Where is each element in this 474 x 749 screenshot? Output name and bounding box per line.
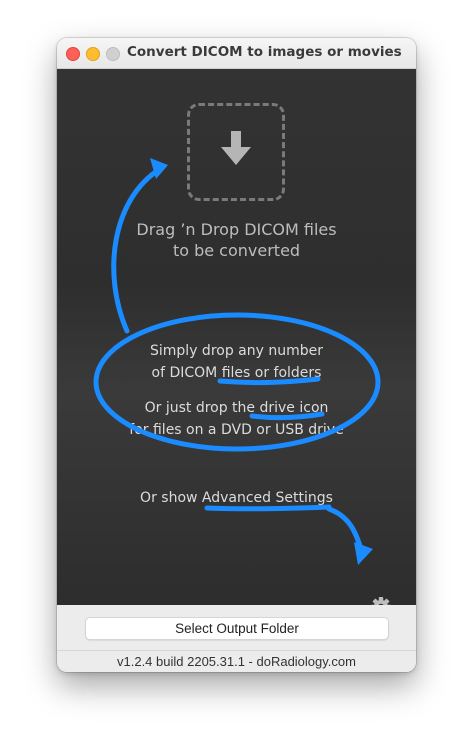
minimize-button[interactable] (86, 47, 100, 61)
drop-area[interactable]: Drag ’n Drop DICOM files to be converted… (57, 69, 416, 617)
zoom-button[interactable] (106, 47, 120, 61)
underline-advanced (204, 504, 332, 512)
select-output-folder-button[interactable]: Select Output Folder (85, 617, 389, 640)
annotation-arrow-up (111, 166, 163, 334)
annotation-overlay (93, 158, 381, 565)
underline-files-folders (217, 376, 321, 386)
window-title: Convert DICOM to images or movies (127, 44, 402, 60)
close-button[interactable] (66, 47, 80, 61)
app-window: Convert DICOM to images or movies Drag ’… (57, 38, 416, 672)
button-row: Select Output Folder (57, 605, 416, 650)
version-status: v1.2.4 build 2205.31.1 - doRadiology.com (57, 650, 416, 672)
title-bar: Convert DICOM to images or movies (57, 38, 416, 69)
underline-drive-icon (249, 411, 325, 421)
